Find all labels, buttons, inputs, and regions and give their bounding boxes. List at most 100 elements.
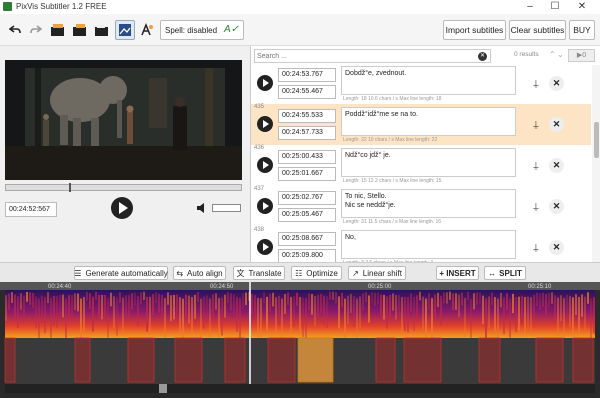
buy-button[interactable]: BUY [569, 20, 595, 40]
play-subtitle-icon[interactable] [257, 157, 273, 173]
pin-icon[interactable]: ⍊ [529, 117, 543, 131]
pin-icon[interactable]: ⍊ [529, 199, 543, 213]
start-time-field[interactable]: 00:24:55.533 [278, 109, 336, 123]
volume-slider[interactable] [212, 204, 241, 212]
subtitle-text-field[interactable]: Ndž°co jdž° je. [341, 148, 516, 177]
spectrogram-band [293, 295, 295, 326]
spectrogram-band [362, 293, 364, 311]
export-icon[interactable] [92, 20, 112, 40]
split-button[interactable]: ↔ SPLIT [484, 266, 526, 280]
delete-subtitle-icon[interactable]: ✕ [549, 199, 564, 214]
subtitle-text-field[interactable]: Dobdž°e, zvednout. [341, 66, 516, 95]
optimize-button[interactable]: ☷ Optimize [291, 266, 342, 280]
subtitle-segment[interactable] [4, 337, 16, 383]
subtitle-segment[interactable] [174, 337, 203, 383]
pin-icon[interactable]: ⍊ [529, 158, 543, 172]
play-subtitle-icon[interactable] [257, 198, 273, 214]
spectrogram-band [554, 295, 556, 322]
timeline-scroll-thumb[interactable] [159, 384, 167, 393]
undo-icon[interactable] [5, 20, 25, 40]
start-time-field[interactable]: 00:25:08.667 [278, 232, 336, 246]
play-subtitle-icon[interactable] [257, 239, 273, 255]
spectrogram-band [71, 294, 73, 320]
subtitle-segment[interactable] [478, 337, 501, 383]
end-time-field[interactable]: 00:24:57.733 [278, 126, 336, 140]
delete-subtitle-icon[interactable]: ✕ [549, 240, 564, 255]
subtitle-row[interactable]: 435 00:24:55.533 00:24:57.733 Poddž°idž°me … [251, 104, 591, 146]
subtitle-segment[interactable] [224, 337, 246, 383]
clear-subtitles-button[interactable]: Clear subtitles [509, 20, 566, 40]
list-scrollbar-thumb[interactable] [594, 122, 599, 158]
delete-subtitle-icon[interactable]: ✕ [549, 158, 564, 173]
timeline-panel[interactable]: 00:24:40 00:24:50 00:25:00 00:25:10 [0, 282, 600, 398]
spectrogram[interactable]: 00:24:40 00:24:50 00:25:00 00:25:10 [0, 282, 600, 398]
spectrogram-band [470, 298, 472, 343]
subtitle-segment[interactable] [375, 337, 396, 383]
start-time-field[interactable]: 00:25:00.433 [278, 150, 336, 164]
spectrogram-band [146, 296, 148, 332]
spectrogram-band [44, 297, 46, 333]
subtitle-segment[interactable] [403, 337, 442, 383]
open-video-icon[interactable] [48, 20, 68, 40]
start-time-field[interactable]: 00:25:02.767 [278, 191, 336, 205]
spell-check-button[interactable]: Spell: disabled A✓ [160, 20, 244, 40]
spectrogram-band [143, 291, 145, 300]
play-subtitle-icon[interactable] [257, 75, 273, 91]
spectrogram-band [242, 293, 244, 310]
spectrogram-band [491, 292, 493, 306]
spectrogram-band [581, 294, 583, 317]
seek-handle[interactable] [69, 183, 72, 192]
spectrogram-band [476, 292, 478, 305]
end-time-field[interactable]: 00:24:55.467 [278, 85, 336, 99]
subtitle-segment-selected[interactable] [297, 337, 334, 383]
pin-icon[interactable]: ⍊ [529, 240, 543, 254]
delete-subtitle-icon[interactable]: ✕ [549, 76, 564, 91]
end-time-field[interactable]: 00:25:05.467 [278, 208, 336, 222]
spectrogram-band [512, 293, 514, 314]
search-box[interactable]: ✕ [254, 49, 491, 63]
spectrogram-band [152, 294, 154, 316]
auto-align-button[interactable]: ⇆ Auto align [173, 266, 226, 280]
main-play-button[interactable] [111, 197, 133, 219]
subtitle-segment[interactable] [572, 337, 594, 383]
delete-subtitle-icon[interactable]: ✕ [549, 117, 564, 132]
list-scrollbar[interactable] [592, 65, 600, 262]
end-time-field[interactable]: 00:25:09.800 [278, 249, 336, 262]
style-icon[interactable] [137, 20, 157, 40]
start-time-field[interactable]: 00:24:53.767 [278, 68, 336, 82]
media-library-icon[interactable] [115, 20, 135, 40]
linear-shift-button[interactable]: ↗ Linear shift [348, 266, 406, 280]
insert-button[interactable]: + INSERT [436, 266, 479, 280]
save-project-icon[interactable] [70, 20, 90, 40]
seek-bar[interactable] [5, 183, 242, 192]
spectrogram-band [185, 294, 187, 319]
subtitle-text-field[interactable]: No, [341, 230, 516, 259]
close-window-button[interactable]: ✕ [572, 0, 592, 14]
subtitle-text-field[interactable]: Poddž°idž°me se na to. [341, 107, 516, 136]
search-input[interactable] [257, 51, 472, 62]
video-frame[interactable] [5, 60, 242, 180]
pin-icon[interactable]: ⍊ [529, 76, 543, 90]
subtitle-text-field[interactable]: To nic, Stello. Nic se neddž°je. [341, 189, 516, 218]
minimize-button[interactable]: – [520, 0, 540, 14]
play-subtitle-icon[interactable] [257, 116, 273, 132]
subtitle-row[interactable]: 00:24:53.767 00:24:55.467 Dobdž°e, zvednou… [251, 65, 591, 105]
prev-result-icon[interactable]: ⌃ [549, 50, 556, 59]
subtitle-segment[interactable] [127, 337, 155, 383]
redo-icon[interactable] [26, 20, 46, 40]
subtitle-segment[interactable] [535, 337, 564, 383]
end-time-field[interactable]: 00:25:01.667 [278, 167, 336, 181]
clear-search-icon[interactable]: ✕ [478, 52, 487, 61]
generate-automatically-button[interactable]: ☰ Generate automatically [74, 266, 168, 280]
next-result-icon[interactable]: ⌄ [557, 50, 564, 59]
subtitle-segment[interactable] [74, 337, 91, 383]
spectrogram-band [230, 293, 232, 311]
subtitle-row[interactable]: 437 00:25:02.767 00:25:05.467 To nic, Stell… [251, 186, 591, 228]
filter-button[interactable]: ▶0 [568, 49, 595, 62]
import-subtitles-button[interactable]: Import subtitles [443, 20, 506, 40]
subtitle-segment[interactable] [267, 337, 296, 383]
subtitle-row[interactable]: 43800:25:08.66700:25:09.800No,Length: 3 … [251, 227, 591, 262]
maximize-button[interactable]: ☐ [545, 0, 565, 14]
translate-button[interactable]: 文 Translate [233, 266, 285, 280]
subtitle-row[interactable]: 436 00:25:00.433 00:25:01.667 Ndž°co jdž° j… [251, 145, 591, 187]
